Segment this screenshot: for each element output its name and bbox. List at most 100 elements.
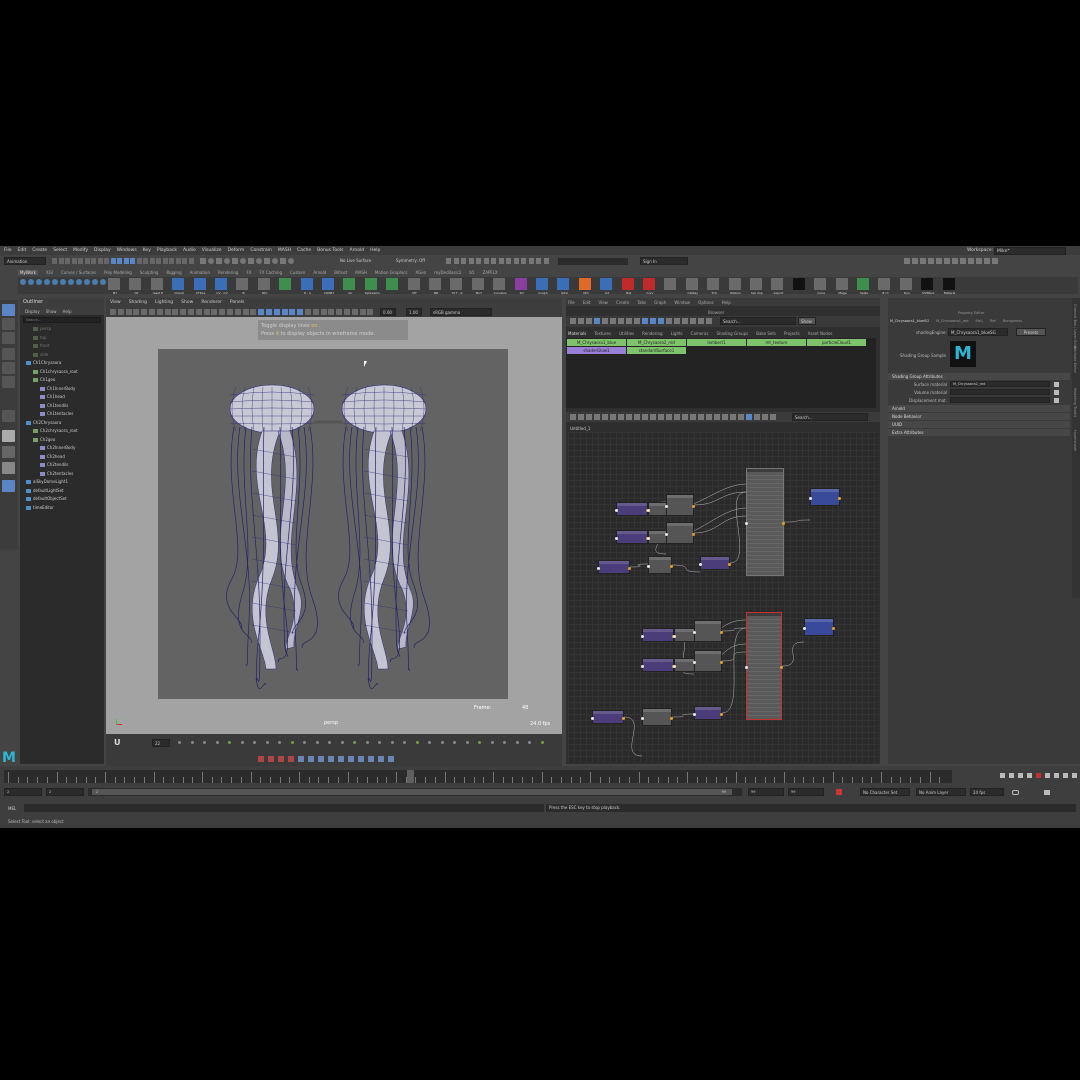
viewport-tool-icon[interactable]: [203, 309, 210, 315]
node-editor-tool-icon[interactable]: [754, 414, 760, 420]
render-tool-icon[interactable]: [536, 258, 541, 264]
transport-button-icon[interactable]: [1072, 773, 1077, 778]
browser-tool-icon[interactable]: [626, 318, 632, 324]
hypershade-menu-item[interactable]: Edit: [583, 300, 591, 305]
menu-item[interactable]: Visualize: [202, 248, 222, 253]
outliner-menu-help[interactable]: Help: [63, 309, 72, 314]
node-editor-tool-icon[interactable]: [706, 414, 712, 420]
panel-toggle-icon[interactable]: [944, 258, 950, 264]
outliner-item[interactable]: Ch2head: [20, 453, 104, 462]
playback-tool-icon[interactable]: [365, 741, 369, 744]
shelf-button-icon[interactable]: Qdsl: [557, 278, 570, 295]
transport-button-icon[interactable]: [1000, 773, 1005, 778]
node-editor-tool-icon[interactable]: [642, 414, 648, 420]
node-editor-tool-icon[interactable]: [610, 414, 616, 420]
shading-node[interactable]: [641, 628, 675, 642]
panel-toggle-icon[interactable]: [904, 258, 910, 264]
snap-tool-icon[interactable]: [280, 258, 286, 264]
attribute-tab[interactable]: file1: [975, 319, 983, 326]
browser-tool-icon[interactable]: [666, 318, 672, 324]
attribute-tab[interactable]: M_Chrysaora1_blueSG: [890, 319, 929, 326]
playback-tool-icon[interactable]: [340, 741, 344, 744]
shelf-utility-icon[interactable]: [76, 279, 82, 285]
node-port-icon[interactable]: [728, 563, 731, 566]
playback-tool-icon[interactable]: [528, 741, 531, 744]
shelf-tab[interactable]: FX Caching: [260, 270, 282, 275]
status-tool-icon[interactable]: [143, 258, 148, 264]
shelf-utility-icon[interactable]: [84, 279, 90, 285]
node-port-icon[interactable]: [803, 627, 806, 630]
shading-node[interactable]: [693, 706, 723, 720]
browser-tool-icon[interactable]: [650, 318, 656, 324]
node-port-icon[interactable]: [693, 713, 696, 716]
material-swatch[interactable]: mt_texture: [747, 339, 806, 346]
hypershade-menu-item[interactable]: Window: [674, 300, 690, 305]
attribute-tab[interactable]: M_Chrysaora1_red: [936, 319, 968, 326]
section-arnold[interactable]: Arnold: [888, 405, 1070, 412]
viewport-menu-item[interactable]: View: [110, 300, 121, 305]
render-tool-icon[interactable]: [468, 258, 474, 264]
viewport-tool-icon[interactable]: [211, 309, 218, 315]
status-tool-icon[interactable]: [58, 258, 64, 264]
viewport-bottom-icon[interactable]: [268, 756, 274, 762]
shelf-tab[interactable]: b5: [469, 270, 474, 275]
snap-tool-icon[interactable]: [224, 258, 230, 264]
command-line-input[interactable]: [24, 804, 544, 812]
menu-item[interactable]: Edit: [18, 248, 27, 253]
node-editor-tool-icon[interactable]: [602, 414, 608, 420]
node-editor-tool-icon[interactable]: [770, 414, 776, 420]
viewport-bottom-icon[interactable]: [258, 756, 264, 762]
anim-start-field[interactable]: 2: [46, 788, 84, 796]
playback-tool-icon[interactable]: [228, 741, 231, 744]
node-editor-tool-icon[interactable]: [650, 414, 656, 420]
shelf-button-icon[interactable]: MT: [407, 278, 420, 295]
render-tool-icon[interactable]: [476, 258, 481, 264]
shelf-button-icon[interactable]: Dyn: [899, 278, 912, 295]
shelf-utility-icon[interactable]: [20, 279, 26, 285]
shading-node[interactable]: [745, 468, 785, 576]
panel-toggle-icon[interactable]: [968, 258, 974, 264]
viewport-tool-icon[interactable]: [125, 309, 132, 315]
snap-tool-icon[interactable]: [288, 258, 294, 264]
layout-two-icon[interactable]: [2, 462, 15, 474]
outliner-item[interactable]: defaultObjectSet: [20, 495, 104, 504]
panel-toggle-icon[interactable]: [936, 258, 942, 264]
outliner-item[interactable]: top: [20, 334, 104, 343]
shading-node[interactable]: [809, 488, 841, 506]
shelf-button-icon[interactable]: NR: [429, 278, 441, 295]
map-button-icon[interactable]: [1054, 397, 1059, 403]
node-port-icon[interactable]: [720, 631, 723, 634]
shelf-utility-icon[interactable]: [100, 279, 106, 285]
shading-node[interactable]: [745, 612, 783, 720]
render-tool-icon[interactable]: [521, 258, 526, 264]
status-tool-icon[interactable]: [117, 258, 122, 264]
side-tab[interactable]: Attribute Editor: [1073, 346, 1077, 373]
node-editor-tool-icon[interactable]: [730, 414, 736, 420]
node-graph-canvas[interactable]: [568, 432, 878, 762]
menu-item[interactable]: Help: [370, 248, 380, 253]
viewport-tool-icon[interactable]: [336, 309, 343, 315]
browser-tab[interactable]: Lights: [671, 331, 683, 336]
shelf-tab[interactable]: XGI: [46, 270, 53, 275]
playback-tool-icon[interactable]: [265, 741, 269, 744]
viewport-tool-icon[interactable]: [351, 309, 358, 315]
node-editor-tool-icon[interactable]: [738, 414, 744, 420]
node-port-icon[interactable]: [615, 509, 618, 512]
snap-tool-icon[interactable]: [248, 258, 254, 264]
browser-tab[interactable]: Projects: [784, 331, 800, 336]
menu-item[interactable]: Arnold: [350, 248, 365, 253]
shelf-button-icon[interactable]: export: [771, 278, 784, 295]
panel-toggle-icon[interactable]: [960, 258, 966, 264]
node-editor-tool-icon[interactable]: [666, 414, 672, 420]
outliner-item[interactable]: aiSkyDomeLight1: [20, 478, 104, 487]
viewport-menu-item[interactable]: Show: [181, 300, 193, 305]
shelf-utility-icon[interactable]: [60, 279, 66, 285]
viewport-tool-icon[interactable]: [266, 309, 272, 315]
shelf-button-icon[interactable]: [386, 278, 399, 290]
snap-tool-icon[interactable]: [240, 258, 246, 264]
viewport-bottom-icon[interactable]: [338, 756, 344, 762]
mel-label[interactable]: MEL: [8, 806, 16, 811]
viewport-tool-icon[interactable]: [250, 309, 257, 315]
playback-tool-icon[interactable]: [453, 741, 456, 744]
shelf-tab[interactable]: MyWork: [18, 269, 38, 275]
